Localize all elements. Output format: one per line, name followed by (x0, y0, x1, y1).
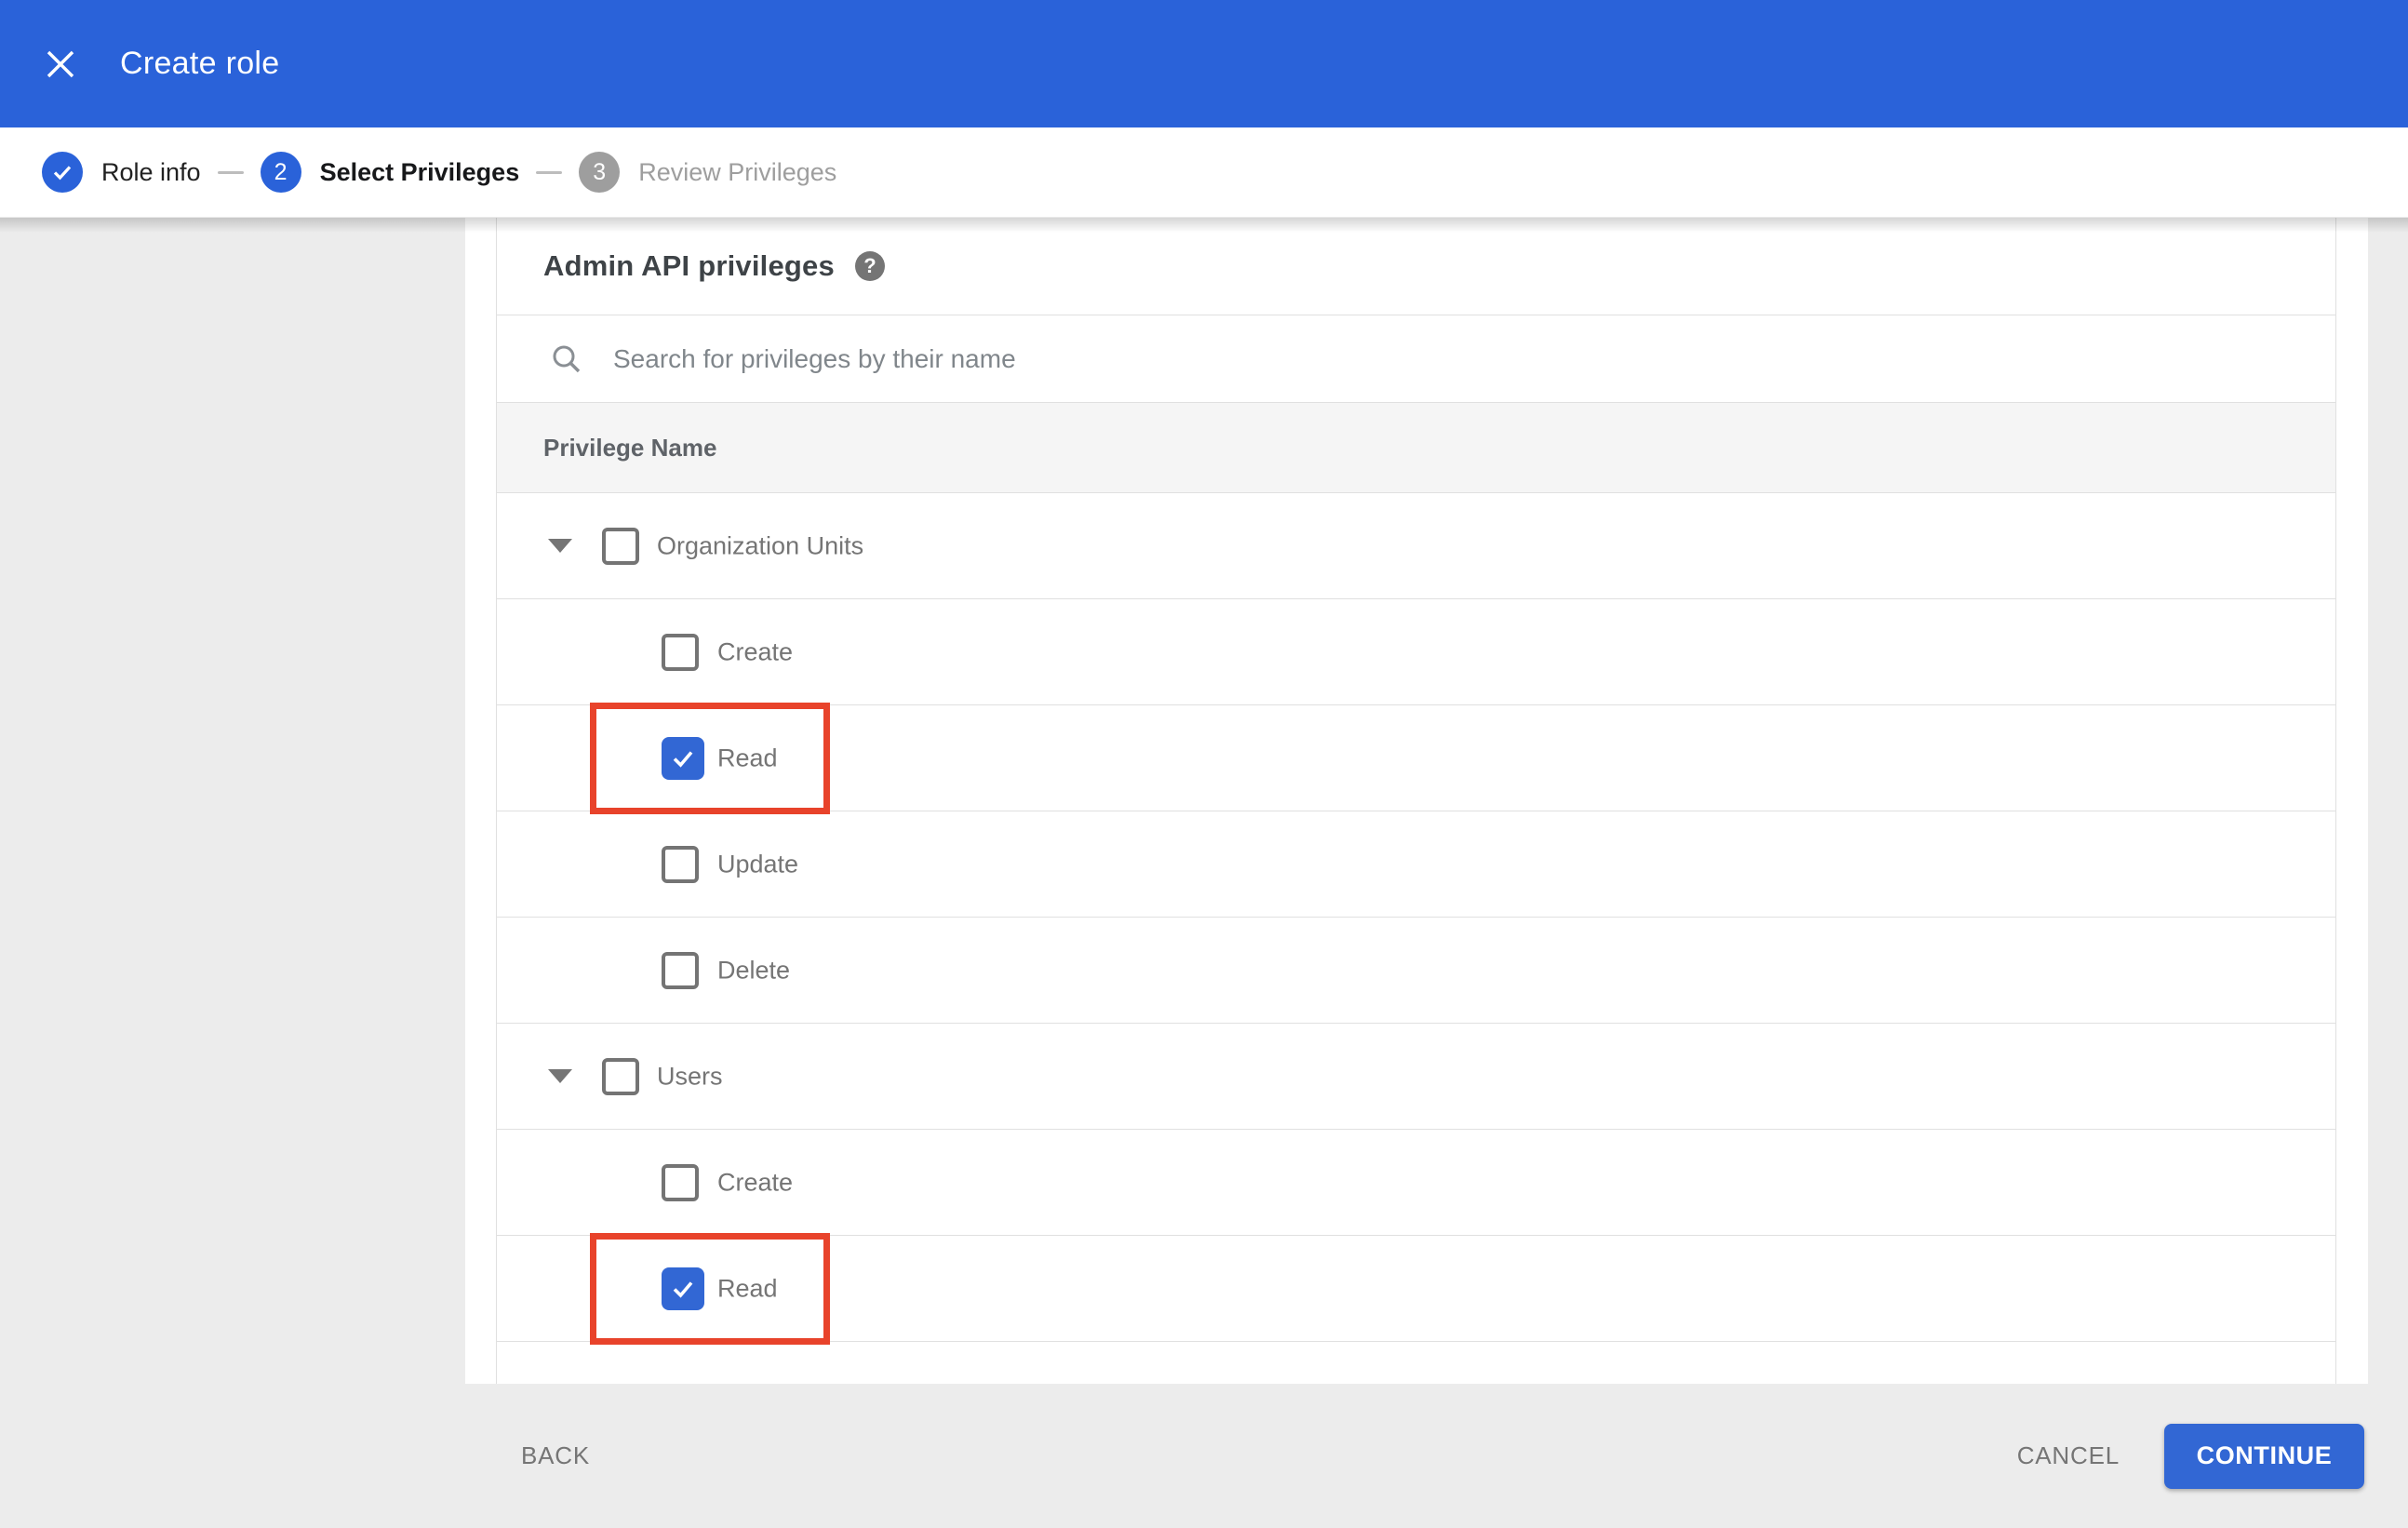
privilege-label: Update (717, 850, 799, 878)
continue-button[interactable]: CONTINUE (2164, 1423, 2364, 1489)
checkmark-icon (673, 750, 693, 768)
privilege-label: Delete (717, 956, 791, 984)
privilege-label: Read (717, 744, 778, 771)
highlight-annotation-box (590, 703, 830, 814)
collapse-arrow-icon[interactable] (548, 1068, 572, 1083)
close-icon (47, 50, 74, 77)
create-role-dialog: Create role Role info 2 Select Privilege… (0, 0, 2408, 1528)
privilege-checkbox[interactable] (602, 1057, 639, 1095)
step-label: Review Privileges (638, 157, 837, 186)
step-role-info[interactable]: Role info (42, 152, 201, 193)
privilege-label: Create (717, 637, 794, 665)
privilege-row[interactable]: Update (497, 811, 2335, 918)
privilege-checkbox[interactable] (662, 1163, 699, 1201)
content-area: Admin API privileges ? Privilege Name (0, 218, 2408, 1384)
table-header-row: Privilege Name (497, 402, 2335, 493)
step-review-privileges[interactable]: 3 Review Privileges (579, 152, 836, 193)
privileges-panel: Admin API privileges ? Privilege Name (496, 218, 2336, 1384)
dialog-title: Create role (120, 46, 280, 81)
panel-header: Admin API privileges ? (497, 218, 2335, 315)
privilege-checkbox[interactable] (662, 736, 704, 780)
privilege-checkbox[interactable] (662, 633, 699, 671)
step-complete-check-icon (42, 152, 83, 193)
panel-title: Admin API privileges (543, 249, 835, 282)
privilege-row[interactable]: Organization Units (497, 493, 2335, 599)
privilege-checkbox[interactable] (602, 527, 639, 565)
privilege-search-bar (497, 315, 2335, 402)
privilege-row[interactable]: Create (497, 599, 2335, 705)
collapse-arrow-icon[interactable] (548, 538, 572, 553)
footer-bar: BACK CANCEL CONTINUE (0, 1384, 2408, 1528)
privilege-row[interactable]: Delete (497, 918, 2335, 1024)
privilege-checkbox[interactable] (662, 951, 699, 989)
help-icon[interactable]: ? (854, 251, 885, 281)
privileges-card: Admin API privileges ? Privilege Name (465, 218, 2368, 1384)
step-select-privileges[interactable]: 2 Select Privileges (260, 152, 520, 193)
privilege-rows: Organization Units Create Read Update De… (497, 493, 2335, 1345)
privilege-checkbox[interactable] (662, 845, 699, 883)
cancel-button[interactable]: CANCEL (2012, 1432, 2125, 1480)
privilege-row[interactable]: Read (497, 1233, 2335, 1345)
step-number-badge: 2 (260, 152, 301, 193)
step-label: Role info (101, 157, 201, 186)
search-icon (553, 345, 581, 372)
highlight-annotation-box (590, 1233, 830, 1345)
search-input[interactable] (611, 342, 1918, 375)
privilege-label: Users (657, 1062, 723, 1090)
privilege-row[interactable]: Users (497, 1024, 2335, 1130)
step-connector (217, 170, 244, 174)
step-number-badge: 3 (579, 152, 621, 193)
app-bar: Create role (0, 0, 2408, 127)
step-label: Select Privileges (319, 157, 520, 186)
privilege-row[interactable]: Read (497, 703, 2335, 814)
checkmark-icon (673, 1280, 693, 1298)
privilege-label: Read (717, 1274, 778, 1302)
close-button[interactable] (42, 46, 79, 83)
back-button[interactable]: BACK (515, 1432, 595, 1480)
privilege-checkbox[interactable] (662, 1267, 704, 1310)
step-connector (536, 170, 563, 174)
privilege-row[interactable]: Create (497, 1130, 2335, 1236)
column-header-privilege-name: Privilege Name (543, 433, 717, 462)
stepper: Role info 2 Select Privileges 3 Review P… (0, 127, 2408, 218)
privilege-label: Organization Units (657, 531, 864, 559)
privilege-label: Create (717, 1168, 794, 1196)
